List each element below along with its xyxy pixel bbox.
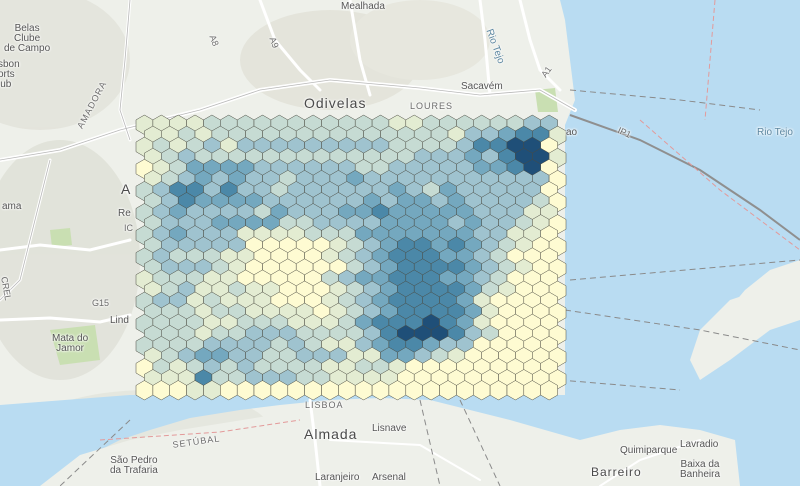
place-label-sao-pedro-trafaria: São Pedro da Trafaria — [110, 455, 158, 476]
place-label-mealhada: Mealhada — [341, 1, 385, 12]
place-label-baixa-banheira: Baixa da Banheira — [680, 459, 721, 480]
region-label-loures: LOURES — [410, 101, 454, 111]
place-label-belas: Belas Clube de Campo — [4, 23, 51, 54]
place-label-lavradio: Lavradio — [680, 439, 719, 450]
park-label-mata-jamor: Mata do Jamor — [52, 333, 89, 354]
place-label-barreiro: Barreiro — [591, 465, 642, 479]
place-label-lisbon-sports: sbon orts lub — [0, 59, 20, 90]
road-label-ic: IC — [124, 223, 133, 233]
place-label-ama: ama — [2, 201, 22, 212]
place-label-ao: ao — [566, 127, 578, 138]
place-label-sacavem: Sacavém — [461, 81, 503, 92]
place-label-lisnave: Lisnave — [372, 423, 407, 434]
basemap — [0, 0, 800, 486]
place-label-a: A — [121, 181, 132, 197]
place-label-almada: Almada — [304, 426, 358, 442]
water-label-rio-tejo: Rio Tejo — [757, 127, 793, 138]
hexbin-layer — [135, 114, 567, 401]
place-label-lind: Lind — [110, 315, 129, 326]
map-view[interactable]: Mealhada Belas Clube de Campo sbon orts … — [0, 0, 800, 486]
place-label-odivelas: Odivelas — [304, 95, 367, 111]
place-label-laranjeiro: Laranjeiro — [315, 472, 360, 483]
road-label-g15: G15 — [92, 298, 110, 308]
place-label-arsenal: Arsenal — [372, 472, 406, 483]
place-label-re: Re — [118, 208, 131, 219]
region-label-lisboa: LISBOA — [305, 400, 344, 410]
place-label-quimiparque: Quimiparque — [620, 445, 678, 456]
